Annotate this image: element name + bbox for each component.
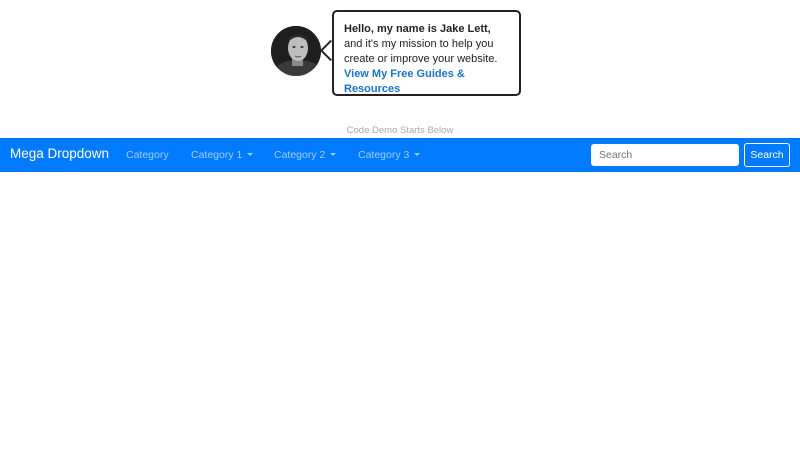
author-avatar bbox=[271, 26, 321, 76]
nav-item-category-1[interactable]: Category 1 bbox=[191, 149, 254, 161]
demo-start-label: Code Demo Starts Below bbox=[346, 125, 454, 136]
nav-item-label: Category 2 bbox=[274, 149, 326, 161]
speech-bubble: Hello, my name is Jake Lett, and it's my… bbox=[332, 10, 521, 96]
nav-item-category-3[interactable]: Category 3 bbox=[358, 149, 421, 161]
free-guides-link[interactable]: View My Free Guides & Resources bbox=[344, 68, 465, 95]
greeting-name: Hello, my name is Jake Lett, bbox=[344, 23, 491, 35]
nav-item-label: Category bbox=[126, 149, 169, 161]
dropdown-caret-icon bbox=[247, 153, 254, 156]
navbar-brand[interactable]: Mega Dropdown bbox=[10, 146, 109, 161]
navbar: Mega Dropdown Category Category 1 Catego… bbox=[0, 138, 800, 172]
author-photo bbox=[271, 26, 321, 76]
dropdown-caret-icon bbox=[414, 153, 421, 156]
greeting-text: and it's my mission to help you create o… bbox=[344, 38, 498, 65]
nav-item-label: Category 3 bbox=[358, 149, 410, 161]
nav-item-category-2[interactable]: Category 2 bbox=[274, 149, 337, 161]
search-input[interactable] bbox=[591, 144, 739, 166]
author-intro: Hello, my name is Jake Lett, and it's my… bbox=[270, 10, 530, 96]
nav-item-category[interactable]: Category bbox=[126, 149, 169, 161]
dropdown-caret-icon bbox=[330, 153, 337, 156]
nav-item-label: Category 1 bbox=[191, 149, 243, 161]
search-button[interactable]: Search bbox=[744, 143, 790, 167]
